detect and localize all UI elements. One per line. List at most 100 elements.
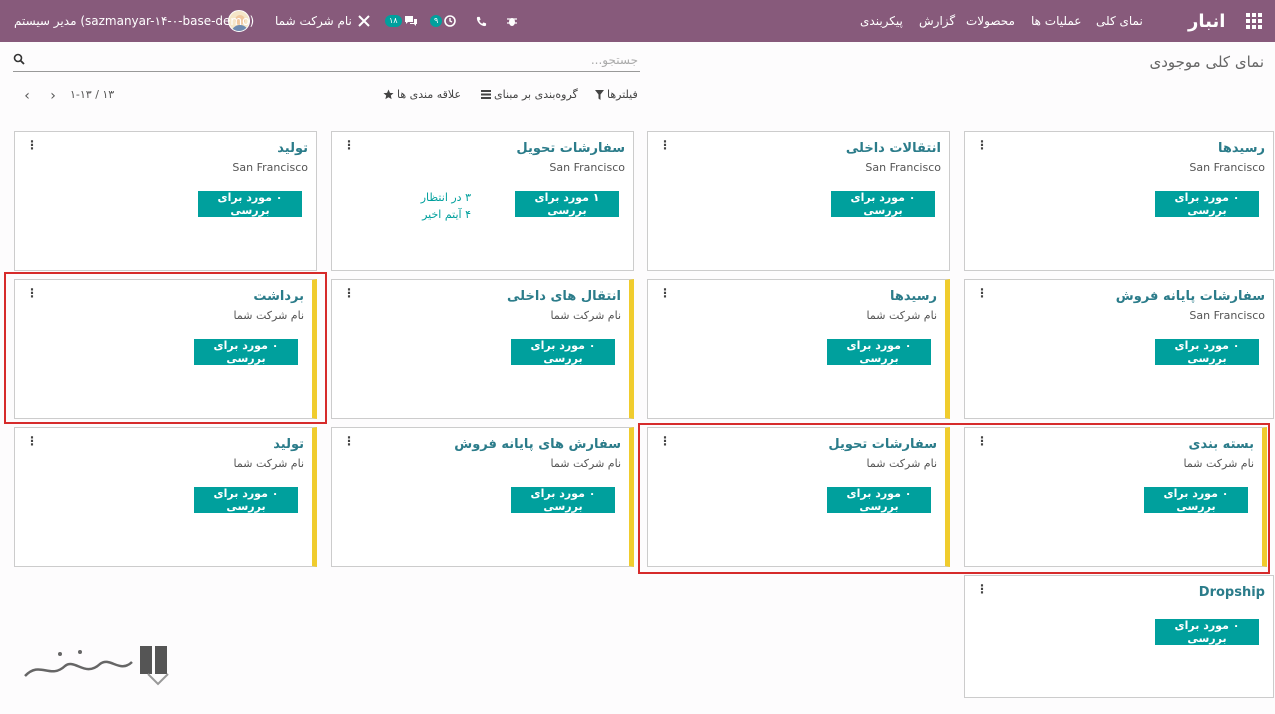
search-input[interactable] — [48, 50, 638, 70]
card-subtitle: San Francisco — [232, 161, 308, 174]
card-title[interactable]: بسته بندی — [1189, 437, 1254, 452]
card-manufacturing-sf[interactable]: تولید San Francisco ۰ مورد برای بررسی ⋮ — [14, 131, 317, 271]
card-title[interactable]: تولید — [277, 141, 308, 156]
pager-value[interactable]: ۱-۱۳ / ۱۳ — [70, 88, 114, 101]
stat-recent[interactable]: ۴ آیتم اخیر — [422, 208, 471, 221]
menu-products[interactable]: محصولات — [966, 0, 1015, 42]
menu-overview[interactable]: نمای کلی — [1096, 0, 1143, 42]
card-pos-company[interactable]: سفارش های پایانه فروش نام شرکت شما ۰ مور… — [331, 427, 634, 567]
card-menu-icon[interactable]: ⋮ — [343, 287, 355, 299]
app-brand[interactable]: انبار — [1188, 0, 1225, 42]
pager-previous[interactable]: ‹ — [20, 88, 34, 104]
card-menu-icon[interactable]: ⋮ — [976, 435, 988, 447]
card-menu-icon[interactable]: ⋮ — [976, 287, 988, 299]
card-receipts-sf[interactable]: رسیدها San Francisco ۰ مورد برای بررسی ⋮ — [964, 131, 1274, 271]
star-icon — [383, 89, 394, 100]
card-pos-sf[interactable]: سفارشات پایانه فروش San Francisco ۰ مورد… — [964, 279, 1274, 419]
process-button[interactable]: ۰ مورد برای بررسی — [827, 339, 931, 365]
card-menu-icon[interactable]: ⋮ — [659, 287, 671, 299]
card-pack-company[interactable]: بسته بندی نام شرکت شما ۰ مورد برای بررسی… — [964, 427, 1267, 567]
card-title[interactable]: رسیدها — [1218, 141, 1265, 156]
card-menu-icon[interactable]: ⋮ — [976, 139, 988, 151]
groupby-label: گروه‌بندی بر مبنای — [494, 88, 578, 101]
card-title[interactable]: انتقال های داخلی — [507, 289, 621, 304]
card-subtitle: نام شرکت شما — [866, 457, 937, 470]
card-title[interactable]: Dropship — [1199, 585, 1265, 600]
apps-icon — [1246, 13, 1262, 29]
page-title: نمای کلی موجودی — [1149, 53, 1264, 71]
watermark-logo — [24, 646, 169, 686]
favorites-button[interactable]: علاقه مندی ها — [383, 88, 461, 101]
card-subtitle: San Francisco — [1189, 309, 1265, 322]
card-subtitle: نام شرکت شما — [866, 309, 937, 322]
card-internal-sf[interactable]: انتقالات داخلی San Francisco ۰ مورد برای… — [647, 131, 950, 271]
card-internal-company[interactable]: انتقال های داخلی نام شرکت شما ۰ مورد برا… — [331, 279, 634, 419]
process-button[interactable]: ۰ مورد برای بررسی — [194, 339, 298, 365]
filters-button[interactable]: فیلترها — [595, 88, 638, 101]
apps-menu-button[interactable] — [1246, 0, 1266, 42]
card-delivery-company[interactable]: سفارشات تحویل نام شرکت شما ۰ مورد برای ب… — [647, 427, 950, 567]
menu-operations[interactable]: عملیات ها — [1031, 0, 1081, 42]
card-title[interactable]: سفارش های پایانه فروش — [454, 437, 621, 452]
activity-badge: ۹ — [430, 15, 443, 27]
process-button[interactable]: ۰ مورد برای بررسی — [511, 487, 615, 513]
bug-icon[interactable] — [506, 0, 518, 42]
company-switcher[interactable]: نام شرکت شما — [275, 0, 352, 42]
card-title[interactable]: سفارشات تحویل — [516, 141, 625, 156]
card-title[interactable]: سفارشات پایانه فروش — [1116, 289, 1265, 304]
process-button[interactable]: ۰ مورد برای بررسی — [1144, 487, 1248, 513]
card-subtitle: نام شرکت شما — [550, 457, 621, 470]
menu-reporting[interactable]: گزارش — [919, 0, 955, 42]
stat-waiting[interactable]: ۳ در انتظار — [421, 191, 471, 204]
card-title[interactable]: سفارشات تحویل — [828, 437, 937, 452]
groupby-button[interactable]: گروه‌بندی بر مبنای — [481, 88, 578, 101]
process-button[interactable]: ۰ مورد برای بررسی — [1155, 619, 1259, 645]
card-subtitle: نام شرکت شما — [550, 309, 621, 322]
card-subtitle: San Francisco — [1189, 161, 1265, 174]
messages-button[interactable]: ۱۸ — [385, 0, 418, 42]
process-button[interactable]: ۰ مورد برای بررسی — [827, 487, 931, 513]
card-title[interactable]: رسیدها — [890, 289, 937, 304]
process-button[interactable]: ۰ مورد برای بررسی — [1155, 191, 1259, 217]
card-pick-company[interactable]: برداشت نام شرکت شما ۰ مورد برای بررسی ⋮ — [14, 279, 317, 419]
card-manufacturing-company[interactable]: تولید نام شرکت شما ۰ مورد برای بررسی ⋮ — [14, 427, 317, 567]
list-icon — [481, 90, 491, 99]
activity-button[interactable]: ۹ — [430, 0, 457, 42]
card-menu-icon[interactable]: ⋮ — [26, 435, 38, 447]
process-button[interactable]: ۰ مورد برای بررسی — [831, 191, 935, 217]
search-icon[interactable] — [13, 53, 25, 65]
card-title[interactable]: برداشت — [253, 289, 304, 304]
card-menu-icon[interactable]: ⋮ — [659, 139, 671, 151]
search-bar — [13, 50, 640, 72]
process-button[interactable]: ۱ مورد برای بررسی — [515, 191, 619, 217]
card-menu-icon[interactable]: ⋮ — [976, 583, 988, 595]
clock-icon — [444, 15, 457, 27]
process-button[interactable]: ۰ مورد برای بررسی — [1155, 339, 1259, 365]
messages-badge: ۱۸ — [385, 15, 402, 27]
user-menu[interactable]: مدیر سیستم (sazmanyar-۱۴-۰-base-demo) — [14, 0, 254, 42]
card-menu-icon[interactable]: ⋮ — [26, 139, 38, 151]
card-subtitle: نام شرکت شما — [233, 457, 304, 470]
card-menu-icon[interactable]: ⋮ — [343, 139, 355, 151]
filter-icon — [595, 89, 604, 100]
process-button[interactable]: ۰ مورد برای بررسی — [511, 339, 615, 365]
process-button[interactable]: ۰ مورد برای بررسی — [198, 191, 302, 217]
card-title[interactable]: انتقالات داخلی — [846, 141, 941, 156]
card-subtitle: نام شرکت شما — [1183, 457, 1254, 470]
process-button[interactable]: ۰ مورد برای بررسی — [194, 487, 298, 513]
phone-icon[interactable] — [476, 0, 487, 42]
pager-next[interactable]: › — [46, 88, 60, 104]
card-dropship[interactable]: Dropship ۰ مورد برای بررسی ⋮ — [964, 575, 1274, 698]
menu-configuration[interactable]: پیکربندی — [860, 0, 903, 42]
chevron-left-icon: ‹ — [24, 88, 30, 104]
card-menu-icon[interactable]: ⋮ — [343, 435, 355, 447]
top-navbar: انبار نمای کلی عملیات ها محصولات گزارش پ… — [0, 0, 1275, 42]
card-menu-icon[interactable]: ⋮ — [659, 435, 671, 447]
card-title[interactable]: تولید — [273, 437, 304, 452]
card-menu-icon[interactable]: ⋮ — [26, 287, 38, 299]
tools-icon[interactable] — [358, 0, 370, 42]
filters-label: فیلترها — [607, 88, 638, 101]
favorites-label: علاقه مندی ها — [397, 88, 462, 101]
card-delivery-sf[interactable]: سفارشات تحویل San Francisco ۱ مورد برای … — [331, 131, 634, 271]
card-receipts-company[interactable]: رسیدها نام شرکت شما ۰ مورد برای بررسی ⋮ — [647, 279, 950, 419]
